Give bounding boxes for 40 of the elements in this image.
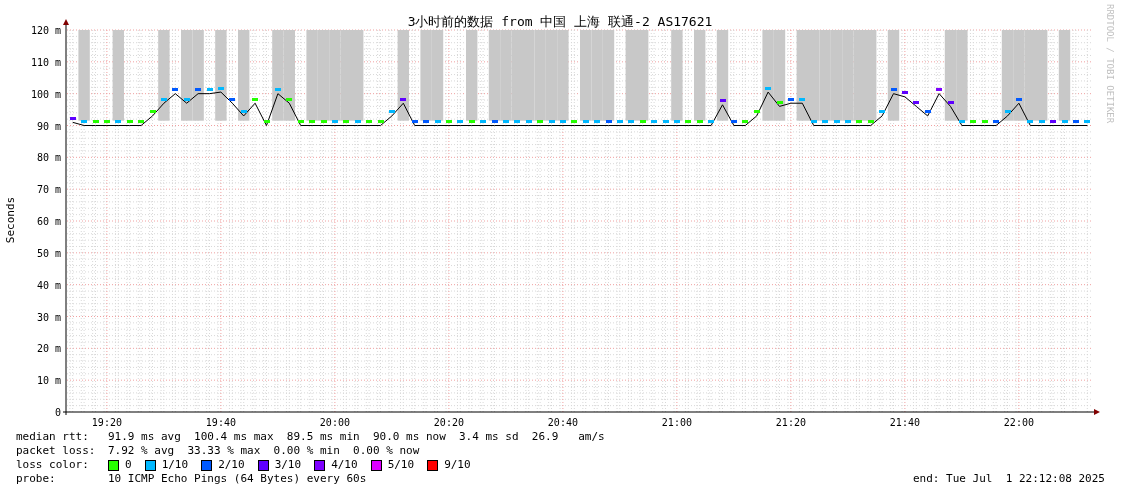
swatch-label: 5/10 (387, 458, 415, 472)
x-tick-label: 21:20 (775, 417, 806, 428)
legend-label: median rtt: (16, 430, 90, 444)
chart-title: 3小时前的数据 from 中国 上海 联通-2 AS17621 (407, 14, 713, 29)
y-tick-label: 40 m (36, 279, 61, 291)
swatch-label: 4/10 (331, 458, 358, 472)
end-time: end: Tue Jul 1 22:12:08 2025 (912, 472, 1105, 486)
x-tick-label: 20:00 (319, 417, 350, 428)
y-tick-label: 110 m (30, 56, 61, 68)
y-tick-label: 90 m (36, 120, 61, 132)
y-tick-label: 60 m (36, 216, 61, 227)
swatch-label: 9/10 (444, 458, 471, 472)
y-tick-label: 20 m (36, 343, 61, 355)
legend-label: probe: (16, 472, 57, 486)
y-tick-label: 30 m (36, 311, 61, 323)
stats-text: 91.9 ms avg 100.4 ms max 89.5 ms min 90.0 ms now 3.4 ms sd 26.9 am/s (108, 430, 605, 444)
y-tick-label: 0 (54, 407, 61, 418)
x-tick-label: 21:40 (889, 417, 920, 428)
probe-text: 10 ICMP Echo Pings (64 Bytes) every 60s (108, 472, 367, 486)
x-tick-label: 20:40 (547, 417, 578, 428)
x-tick-label: 22:00 (1003, 417, 1034, 428)
swatch-label: 2/10 (218, 458, 245, 472)
y-tick-label: 50 m (36, 247, 61, 259)
y-tick-label: 10 m (36, 375, 61, 387)
rrdtool-credit: RRDTOOL / TOBI OETIKER (1105, 4, 1115, 124)
x-tick-label: 19:20 (91, 417, 122, 428)
y-tick-label: 120 m (30, 25, 61, 36)
x-tick-label: 20:20 (433, 417, 464, 428)
x-tick-label: 19:40 (205, 417, 236, 428)
legend-label: packet loss: (16, 444, 97, 458)
y-tick-label: 100 m (30, 88, 61, 100)
legend-label: loss color: (16, 458, 90, 472)
y-tick-label: 80 m (36, 152, 61, 164)
x-tick-label: 21:00 (661, 417, 692, 428)
y-axis-label: Seconds (4, 196, 17, 244)
swatch-label: 3/10 (274, 458, 302, 472)
y-tick-label: 70 m (36, 184, 61, 196)
stats-text: 7.92 % avg 33.33 % max 0.00 % min 0.00 % now (108, 444, 420, 458)
swatch-label: 1/10 (161, 458, 189, 472)
swatch-label: 0 (125, 458, 132, 472)
